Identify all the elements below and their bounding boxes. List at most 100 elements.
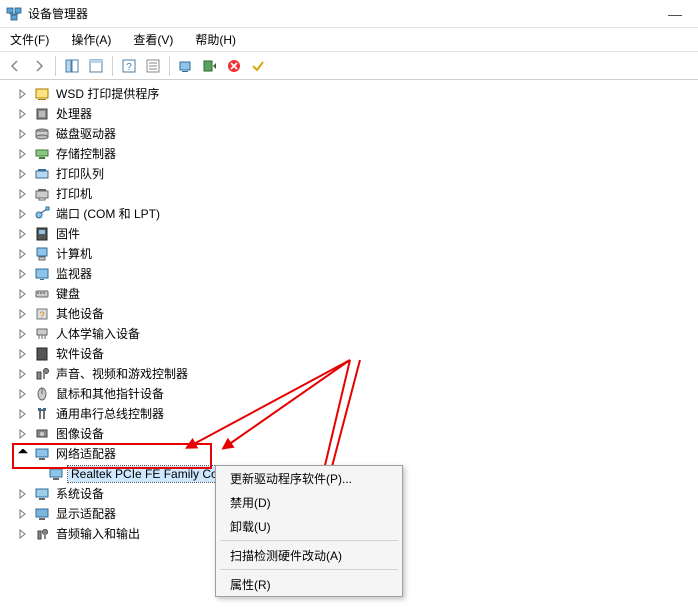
cm-uninstall[interactable]: 卸载(U) (216, 514, 402, 538)
device-category-icon (34, 446, 50, 462)
expand-arrow-icon[interactable] (16, 207, 30, 221)
tree-node[interactable]: 打印机 (0, 184, 698, 204)
forward-button[interactable] (28, 55, 50, 77)
show-hide-tree-button[interactable] (61, 55, 83, 77)
network-adapter-icon (48, 466, 64, 482)
device-category-icon (34, 366, 50, 382)
menu-action[interactable]: 操作(A) (67, 29, 115, 50)
tree-node[interactable]: ?其他设备 (0, 304, 698, 324)
tree-node-label: 鼠标和其他指针设备 (54, 384, 166, 404)
tree-node-label: 其他设备 (54, 304, 106, 324)
update-driver-button[interactable] (175, 55, 197, 77)
tree-node-label: 处理器 (54, 104, 94, 124)
device-category-icon (34, 226, 50, 242)
expand-arrow-icon[interactable] (16, 307, 30, 321)
svg-text:?: ? (126, 62, 132, 73)
device-category-icon (34, 406, 50, 422)
menu-help[interactable]: 帮助(H) (191, 29, 240, 50)
tree-node-label: 人体学输入设备 (54, 324, 142, 344)
menu-bar: 文件(F) 操作(A) 查看(V) 帮助(H) (0, 28, 698, 52)
device-category-icon (34, 186, 50, 202)
tree-node[interactable]: 软件设备 (0, 344, 698, 364)
device-category-icon (34, 426, 50, 442)
tree-node-label: 打印机 (54, 184, 94, 204)
device-category-icon (34, 386, 50, 402)
device-category-icon (34, 246, 50, 262)
expand-arrow-icon[interactable] (16, 487, 30, 501)
expand-arrow-icon[interactable] (16, 187, 30, 201)
context-menu: 更新驱动程序软件(P)... 禁用(D) 卸载(U) 扫描检测硬件改动(A) 属… (215, 465, 403, 597)
cm-disable[interactable]: 禁用(D) (216, 490, 402, 514)
expand-arrow-icon[interactable] (16, 527, 30, 541)
view-details-button[interactable] (142, 55, 164, 77)
tree-node-label: 通用串行总线控制器 (54, 404, 166, 424)
uninstall-button[interactable] (223, 55, 245, 77)
device-category-icon (34, 166, 50, 182)
expand-arrow-icon[interactable] (16, 347, 30, 361)
tree-node-label: 键盘 (54, 284, 82, 304)
tree-node[interactable]: 端口 (COM 和 LPT) (0, 204, 698, 224)
expand-arrow-icon[interactable] (16, 387, 30, 401)
tree-node[interactable]: 键盘 (0, 284, 698, 304)
properties-button[interactable] (85, 55, 107, 77)
minimize-button[interactable]: — (662, 4, 688, 24)
tree-node[interactable]: 处理器 (0, 104, 698, 124)
expand-arrow-icon[interactable] (16, 127, 30, 141)
help-button[interactable]: ? (118, 55, 140, 77)
expand-arrow-icon[interactable] (16, 427, 30, 441)
expand-arrow-icon[interactable] (16, 287, 30, 301)
tree-node[interactable]: 磁盘驱动器 (0, 124, 698, 144)
expand-arrow-icon[interactable] (16, 407, 30, 421)
tree-node[interactable]: 鼠标和其他指针设备 (0, 384, 698, 404)
device-category-icon (34, 106, 50, 122)
tree-node-label: 系统设备 (54, 484, 106, 504)
tree-node-label: WSD 打印提供程序 (54, 84, 161, 104)
tree-node[interactable]: 固件 (0, 224, 698, 244)
tree-node-label: 磁盘驱动器 (54, 124, 118, 144)
tree-node[interactable]: 打印队列 (0, 164, 698, 184)
tree-node-label: 监视器 (54, 264, 94, 284)
toolbar: ? (0, 52, 698, 80)
expand-arrow-icon[interactable] (16, 367, 30, 381)
cm-scan-hardware[interactable]: 扫描检测硬件改动(A) (216, 543, 402, 567)
expand-arrow-icon[interactable] (16, 247, 30, 261)
back-button[interactable] (4, 55, 26, 77)
tree-node-label: 网络适配器 (54, 444, 118, 464)
tree-node[interactable]: 人体学输入设备 (0, 324, 698, 344)
expand-arrow-icon[interactable] (16, 327, 30, 341)
collapse-arrow-icon[interactable] (16, 447, 30, 461)
expand-arrow-icon[interactable] (16, 147, 30, 161)
device-category-icon (34, 346, 50, 362)
expand-arrow-icon[interactable] (16, 167, 30, 181)
tree-node-label: 声音、视频和游戏控制器 (54, 364, 190, 384)
tree-node[interactable]: 监视器 (0, 264, 698, 284)
tree-node-label: 打印队列 (54, 164, 106, 184)
tree-node-label: 端口 (COM 和 LPT) (54, 204, 162, 224)
tree-node[interactable]: 通用串行总线控制器 (0, 404, 698, 424)
tree-node-label: 存储控制器 (54, 144, 118, 164)
device-category-icon (34, 286, 50, 302)
device-category-icon (34, 146, 50, 162)
menu-file[interactable]: 文件(F) (6, 29, 53, 50)
cm-update-driver[interactable]: 更新驱动程序软件(P)... (216, 466, 402, 490)
expand-arrow-icon[interactable] (16, 507, 30, 521)
enable-device-button[interactable] (247, 55, 269, 77)
tree-node[interactable]: 存储控制器 (0, 144, 698, 164)
device-category-icon (34, 486, 50, 502)
tree-node-label: 音频输入和输出 (54, 524, 142, 544)
scan-hardware-button[interactable] (199, 55, 221, 77)
menu-view[interactable]: 查看(V) (129, 29, 177, 50)
expand-arrow-icon[interactable] (16, 87, 30, 101)
expand-arrow-icon[interactable] (16, 267, 30, 281)
tree-node[interactable]: 计算机 (0, 244, 698, 264)
expand-arrow-icon[interactable] (16, 107, 30, 121)
expand-arrow-icon[interactable] (16, 227, 30, 241)
tree-node[interactable]: 声音、视频和游戏控制器 (0, 364, 698, 384)
tree-node[interactable]: 网络适配器 (0, 444, 698, 464)
cm-properties[interactable]: 属性(R) (216, 572, 402, 596)
tree-node[interactable]: 图像设备 (0, 424, 698, 444)
device-category-icon (34, 126, 50, 142)
device-category-icon (34, 526, 50, 542)
app-icon (6, 6, 22, 22)
tree-node[interactable]: WSD 打印提供程序 (0, 84, 698, 104)
